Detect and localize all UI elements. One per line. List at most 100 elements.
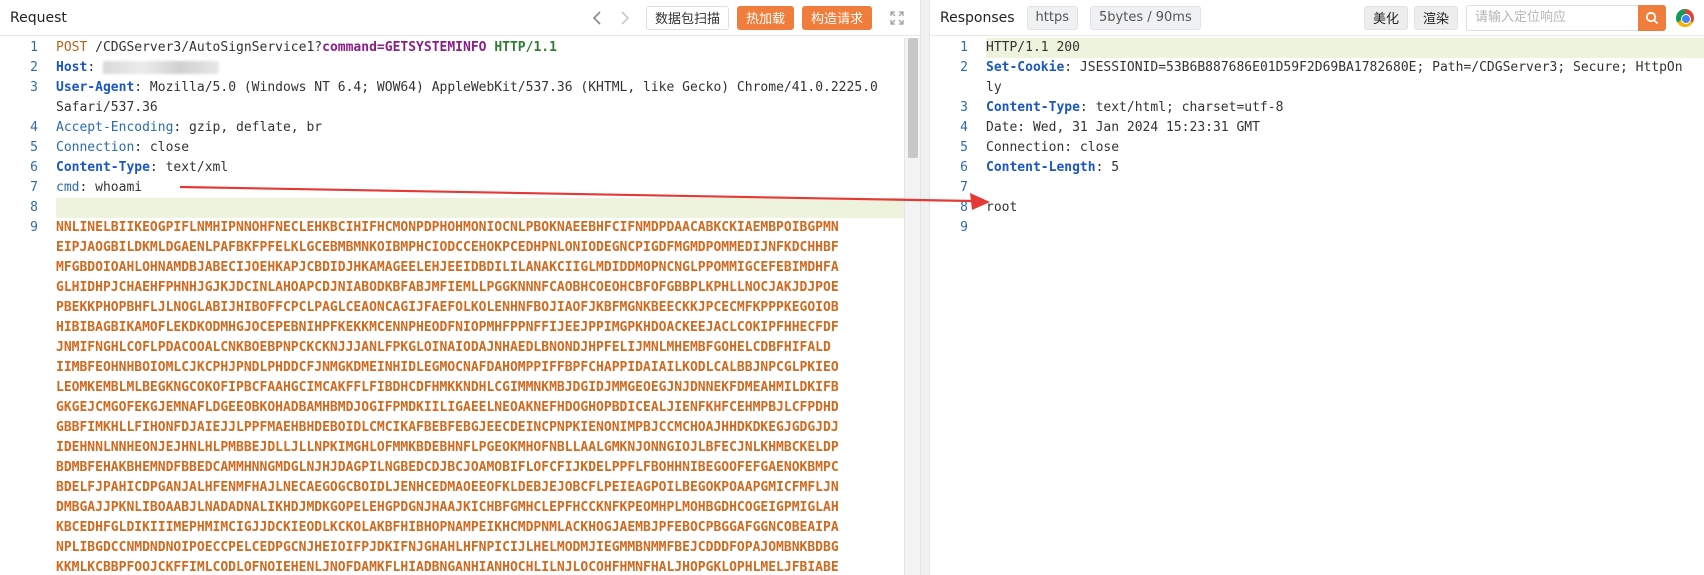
header-key: Accept-Encoding [56, 120, 174, 135]
header-text: Date: Wed, 31 Jan 2024 15:23:31 GMT [986, 120, 1260, 135]
blank-line: 9 [930, 218, 1704, 238]
body-row: IIMBFEOHNHBOIOMLCJKCPHJPNDLPHDDCFJNMGKDM… [56, 360, 839, 375]
header-key: cmd [56, 180, 80, 195]
back-arrow-icon[interactable] [584, 6, 610, 30]
scrollbar-thumb[interactable] [908, 38, 918, 158]
response-header-content-length: 6 Content-Length: 5 [930, 158, 1704, 178]
request-editor[interactable]: 1 POST /CDGServer3/AutoSignService1?comm… [0, 38, 904, 575]
header-value: whoami [87, 180, 143, 195]
request-title: Request [10, 9, 67, 26]
line-number: 4 [30, 120, 38, 135]
header-key: Connection [56, 140, 135, 155]
body-row: KBCEDHFGLDIKIIIMEPHMIMCIGJJDCKIEODLKCKOL… [56, 520, 839, 535]
size-time-badge: 5bytes / 90ms [1090, 5, 1201, 30]
line-number: 3 [960, 100, 968, 115]
build-request-button[interactable]: 构造请求 [801, 5, 872, 30]
body-row: GBBFIMKHLLFIHONFDJAIEJJLPPFMAEHBHDEBOIDL… [56, 420, 839, 435]
response-body: root [986, 200, 1018, 215]
line-number: 1 [930, 38, 986, 58]
response-toolbar: Responses https 5bytes / 90ms 美化 渲染 [930, 0, 1704, 36]
header-text: Connection: close [986, 140, 1120, 155]
body-row: MFGBDOIOAHLOHNAMDBJABECIJOEHKAPJCBDIDJHK… [56, 260, 839, 275]
request-scrollbar[interactable] [904, 38, 920, 575]
header-line-cmd: 7 cmd: whoami [0, 178, 904, 198]
line-number: 2 [960, 60, 968, 75]
line-number: 9 [960, 220, 968, 235]
header-value: text/xml [157, 160, 229, 175]
header-key: Set-Cookie [986, 60, 1065, 75]
request-param: command=GETSYSTEMINFO [322, 40, 487, 55]
header-value: gzip, deflate, br [181, 120, 323, 135]
body-row: EIPJAOGBILDKMLDGAENLPAFBKFPFELKLGCEBMBMN… [56, 240, 839, 255]
header-line-content-type: 6 Content-Type: text/xml [0, 158, 904, 178]
body-row: IDEHNNLNNHEONJEJHNLHLPMBBEJDLLJLLNPKIMGH… [56, 440, 839, 455]
response-header-connection: 5 Connection: close [930, 138, 1704, 158]
line-number: 7 [30, 180, 38, 195]
search-icon [1645, 11, 1659, 24]
body-row: JNMIFNGHLCOFLPDACOOALCNKBOEBPNPCKCKNJJJA… [56, 340, 831, 355]
line-number: 5 [960, 140, 968, 155]
header-value: close [142, 140, 190, 155]
header-key: User-Agent [56, 80, 135, 95]
beautify-button[interactable]: 美化 [1363, 5, 1408, 30]
line-number: 2 [30, 60, 38, 75]
header-value: 5 [1103, 160, 1120, 175]
response-header-set-cookie: 2 Set-Cookie: JSESSIONID=53B6B887686E01D… [930, 58, 1704, 98]
body-row: PBEKKPHOPBHFLJLNOGLABIJHIBOFFCPCLPAGLCEA… [56, 300, 839, 315]
response-header-date: 4 Date: Wed, 31 Jan 2024 15:23:31 GMT [930, 118, 1704, 138]
body-row: DMBGAJJPKNLIBOAABJLNADADNALIKHDJMDKGOPEL… [56, 500, 839, 515]
header-line-user-agent: 3 User-Agent: Mozilla/5.0 (Windows NT 6.… [0, 78, 904, 118]
header-line-accept-encoding: 4 Accept-Encoding: gzip, deflate, br [0, 118, 904, 138]
render-button[interactable]: 渲染 [1413, 5, 1458, 30]
response-search-input[interactable] [1466, 4, 1638, 31]
line-number: 5 [30, 140, 38, 155]
body-row: GLHIDHPJCHAEHFPHNHJGJKJDCINLAHOAPCDJNIAB… [56, 280, 839, 295]
header-value: JSESSIONID=53B6B887686E01D59F2D69BA17826… [986, 60, 1683, 95]
response-title: Responses [940, 9, 1015, 26]
protocol-badge: https [1026, 5, 1079, 30]
response-editor[interactable]: 1 HTTP/1.1 200 2 Set-Cookie: JSESSIONID=… [930, 38, 1704, 575]
pane-splitter[interactable] [920, 0, 930, 575]
line-number: 9 [30, 220, 38, 235]
http-protocol: HTTP/1.1 [486, 40, 557, 55]
fullscreen-icon[interactable] [884, 6, 910, 30]
header-key: Content-Type [56, 160, 150, 175]
line-number: 3 [30, 80, 38, 95]
redacted-host-value [102, 61, 219, 74]
request-panel: Request 数据包扫描 热加载 构造请求 1 POST /CDGServer… [0, 0, 920, 575]
body-row: GKGEJCMGOFEKGJEMNAFLDGEEOBKOHADBAMHBMDJO… [56, 400, 839, 415]
request-body-line: 9 NNLINELBIIKEOGPIFLNMHIPNNOHFNECLEHKBCI… [0, 218, 904, 575]
body-row: BDELFJPAHICDPGANJALHFENMFHAJLNECAEGOGCBO… [56, 480, 839, 495]
hot-load-button[interactable]: 热加载 [736, 5, 794, 30]
response-search [1466, 4, 1666, 31]
response-panel: Responses https 5bytes / 90ms 美化 渲染 1 HT… [930, 0, 1704, 575]
header-value: Mozilla/5.0 (Windows NT 6.4; WOW64) Appl… [56, 80, 886, 115]
line-number: 8 [960, 200, 968, 215]
header-line-connection: 5 Connection: close [0, 138, 904, 158]
body-row: NNLINELBIIKEOGPIFLNMHIPNNOHFNECLEHKBCIHI… [56, 220, 839, 235]
line-number: 6 [30, 160, 38, 175]
response-header-content-type: 3 Content-Type: text/html; charset=utf-8 [930, 98, 1704, 118]
request-path: /CDGServer3/AutoSignService1? [87, 40, 323, 55]
request-body: NNLINELBIIKEOGPIFLNMHIPNNOHFNECLEHKBCIHI… [56, 218, 904, 575]
header-key: Content-Type [986, 100, 1080, 115]
header-value: text/html; charset=utf-8 [1087, 100, 1284, 115]
chrome-icon[interactable] [1676, 8, 1694, 27]
search-button[interactable] [1638, 4, 1666, 31]
line-number: 6 [960, 160, 968, 175]
line-number: 1 [30, 40, 38, 55]
line-number: 7 [960, 180, 968, 195]
body-row: NPLIBGDCCNMDNDNOIPOECCPELCEDPGCNJHEIOIFP… [56, 540, 839, 555]
blank-line: 8 [0, 198, 904, 218]
header-line-host: 2 Host: [0, 58, 904, 78]
request-toolbar: Request 数据包扫描 热加载 构造请求 [0, 0, 920, 36]
line-number: 8 [0, 198, 56, 218]
status-line: 1 HTTP/1.1 200 [930, 38, 1704, 58]
header-key: Host [56, 60, 88, 75]
status-text: HTTP/1.1 200 [986, 40, 1080, 55]
body-row: LEOMKEMBLMLBEGKNGCOKOFIPBCFAAHGCIMCAKFFL… [56, 380, 839, 395]
line-number: 4 [960, 120, 968, 135]
packet-scan-button[interactable]: 数据包扫描 [645, 5, 729, 30]
forward-arrow-icon[interactable] [612, 6, 638, 30]
body-row: KKMLKCBBPFOOJCKFFIMLCODLOFNOIEHENLJNOFDA… [56, 560, 839, 575]
